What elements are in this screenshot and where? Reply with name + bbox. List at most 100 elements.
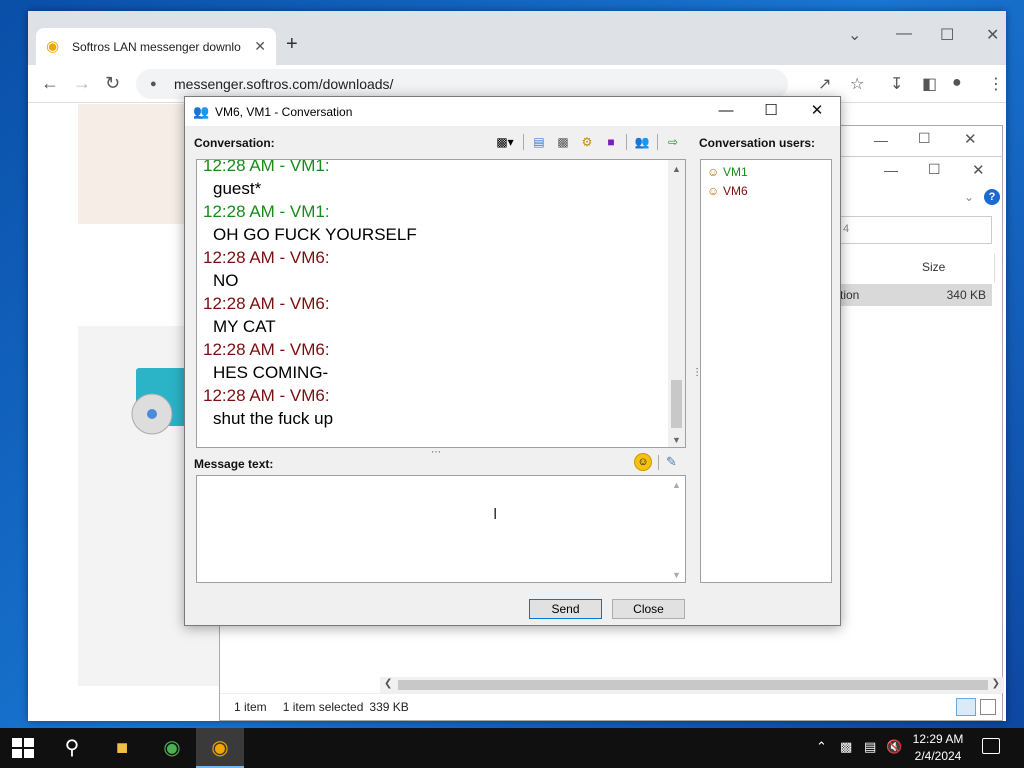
message-sender: 12:28 AM - VM6:	[203, 248, 330, 267]
scroll-up-icon[interactable]: ▲	[668, 164, 685, 174]
file-explorer-icon[interactable]: ■	[98, 728, 146, 768]
status-dropdown-icon[interactable]: ▩▾	[493, 134, 517, 150]
scroll-right-icon[interactable]: ❯	[992, 678, 1000, 689]
explorer2-close-icon[interactable]: ✕	[972, 161, 985, 179]
dialog-maximize-icon[interactable]: ☐	[755, 101, 787, 121]
explorer-status-bar: 1 item 1 item selected 339 KB	[220, 693, 1002, 720]
dialog-minimize-icon[interactable]: —	[710, 101, 742, 121]
profile-icon[interactable]: ●	[952, 74, 962, 92]
reload-icon[interactable]: ↻	[105, 73, 120, 94]
leave-conversation-icon[interactable]: ⇨	[664, 134, 682, 150]
browser-tab-bar: ◉ Softros LAN messenger downlo ✕ + ⌄ — ☐…	[28, 11, 1006, 65]
add-user-icon[interactable]: 👥	[633, 134, 651, 150]
forward-icon[interactable]: →	[73, 73, 91, 94]
msg-scroll-up-icon[interactable]: ▲	[668, 480, 685, 490]
softros-favicon-icon: ◉	[46, 37, 60, 55]
smiley-icon[interactable]: ☺	[634, 453, 652, 471]
share-icon[interactable]: ↗	[818, 74, 831, 94]
clock-time: 12:29 AM	[912, 732, 964, 746]
history-icon[interactable]: ▤	[530, 134, 548, 150]
user-icon: ☺	[707, 183, 720, 198]
user-item[interactable]: ☺ VM6	[701, 181, 831, 200]
lock-icon: ●	[150, 78, 157, 90]
message-sender: 12:28 AM - VM6:	[203, 294, 330, 313]
dialog-title: VM6, VM1 - Conversation	[215, 104, 353, 119]
size-header-label: Size	[922, 260, 946, 274]
tab-title: Softros LAN messenger downlo	[72, 39, 241, 54]
messenger-tray-icon[interactable]: ▩	[840, 739, 852, 755]
explorer2-minimize-icon[interactable]: —	[884, 162, 898, 178]
message-scrollbar[interactable]: ▲ ▼	[668, 476, 685, 582]
send-button[interactable]: Send	[529, 599, 602, 619]
settings-icon[interactable]: ⚙	[578, 134, 596, 150]
start-button[interactable]	[12, 738, 34, 758]
tab-search-icon[interactable]: ⌄	[848, 25, 861, 45]
conversation-scroll-thumb[interactable]	[671, 380, 682, 428]
softros-messenger-icon[interactable]: ◉	[196, 728, 244, 768]
tab-close-icon[interactable]: ✕	[254, 38, 266, 55]
details-view-icon[interactable]	[956, 698, 976, 716]
dialog-title-bar[interactable]: 👥 VM6, VM1 - Conversation — ☐ ✕	[185, 97, 840, 126]
conversation-scrollbar[interactable]: ▲ ▼	[668, 160, 685, 447]
maximize-icon[interactable]: ☐	[940, 25, 954, 45]
address-bar[interactable]: ● messenger.softros.com/downloads/	[136, 69, 788, 99]
download-icon[interactable]: ↧	[890, 74, 903, 94]
explorer-maximize-icon[interactable]: ☐	[918, 130, 931, 147]
message-text: shut the fuck up	[213, 409, 334, 428]
text-cursor-icon: I	[493, 506, 498, 523]
tray-overflow-icon[interactable]: ⌃	[816, 739, 827, 755]
message-text: guest*	[213, 179, 262, 198]
close-button[interactable]: Close	[612, 599, 685, 619]
close-icon[interactable]: ✕	[986, 25, 999, 45]
large-icons-view-icon[interactable]	[980, 699, 996, 715]
message-text: HES COMING-	[213, 363, 329, 382]
explorer-minimize-icon[interactable]: —	[874, 132, 888, 148]
file-row[interactable]: tion 340 KB	[840, 284, 992, 306]
message-text: MY CAT	[213, 317, 276, 336]
file-row-size: 340 KB	[946, 288, 986, 302]
video-call-icon[interactable]: ■	[602, 134, 620, 150]
taskbar: ⚲ ■ ◉ ◉ ⌃ ▩ ▤ 🔇 12:29 AM 2/4/2024	[0, 728, 1024, 768]
conversation-users-list: ☺ VM1 ☺ VM6	[700, 159, 832, 583]
explorer-horizontal-scrollbar[interactable]: ❮ ❯	[380, 677, 1004, 693]
new-tab-icon[interactable]: +	[286, 33, 298, 56]
message-sender: 12:28 AM - VM1:	[203, 159, 330, 175]
msg-scroll-down-icon[interactable]: ▼	[668, 570, 685, 580]
user-item[interactable]: ☺ VM1	[701, 162, 831, 181]
conversation-dialog: 👥 VM6, VM1 - Conversation — ☐ ✕ Conversa…	[184, 96, 841, 626]
formatting-icon[interactable]: ✎	[666, 454, 677, 470]
column-header-size[interactable]: Size	[840, 254, 995, 282]
back-icon[interactable]: ←	[41, 73, 59, 94]
search-icon[interactable]: ⚲	[48, 728, 96, 768]
user-icon: ☺	[707, 164, 720, 179]
minimize-icon[interactable]: —	[896, 25, 912, 43]
conversation-history[interactable]: 12:28 AM - VM1: guest* 12:28 AM - VM1: OH G…	[196, 159, 686, 448]
side-panel-icon[interactable]: ◧	[922, 74, 937, 94]
status-size: 339 KB	[369, 700, 409, 714]
bookmark-star-icon[interactable]: ☆	[850, 74, 864, 94]
message-text: OH GO FUCK YOURSELF	[213, 225, 417, 244]
horizontal-splitter[interactable]: ⋯	[431, 447, 442, 458]
dialog-close-icon[interactable]: ✕	[801, 101, 833, 121]
conversation-label: Conversation:	[194, 136, 275, 150]
explorer-close-icon[interactable]: ✕	[964, 130, 977, 148]
system-clock[interactable]: 12:29 AM 2/4/2024	[900, 731, 976, 765]
message-sender: 12:28 AM - VM6:	[203, 386, 330, 405]
chrome-icon[interactable]: ◉	[148, 728, 196, 768]
status-selected: 1 item selected	[282, 700, 364, 714]
ribbon-expand-icon[interactable]: ⌄	[964, 190, 974, 204]
scroll-thumb[interactable]	[398, 680, 988, 690]
user-name: VM6	[723, 183, 748, 198]
message-input[interactable]: I ▲ ▼	[196, 475, 686, 583]
scroll-down-icon[interactable]: ▼	[668, 435, 685, 445]
notification-icon[interactable]	[982, 738, 1000, 754]
browser-tab[interactable]: ◉ Softros LAN messenger downlo ✕	[36, 28, 276, 65]
help-icon[interactable]: ?	[984, 189, 1000, 205]
conversation-users-label: Conversation users:	[699, 136, 816, 150]
scroll-left-icon[interactable]: ❮	[384, 678, 392, 689]
explorer-search-field[interactable]: 4	[840, 216, 992, 244]
network-icon[interactable]: ▤	[864, 739, 876, 755]
menu-icon[interactable]: ⋮	[988, 74, 1004, 94]
explorer2-maximize-icon[interactable]: ☐	[928, 161, 941, 178]
print-icon[interactable]: ▩	[554, 134, 572, 150]
